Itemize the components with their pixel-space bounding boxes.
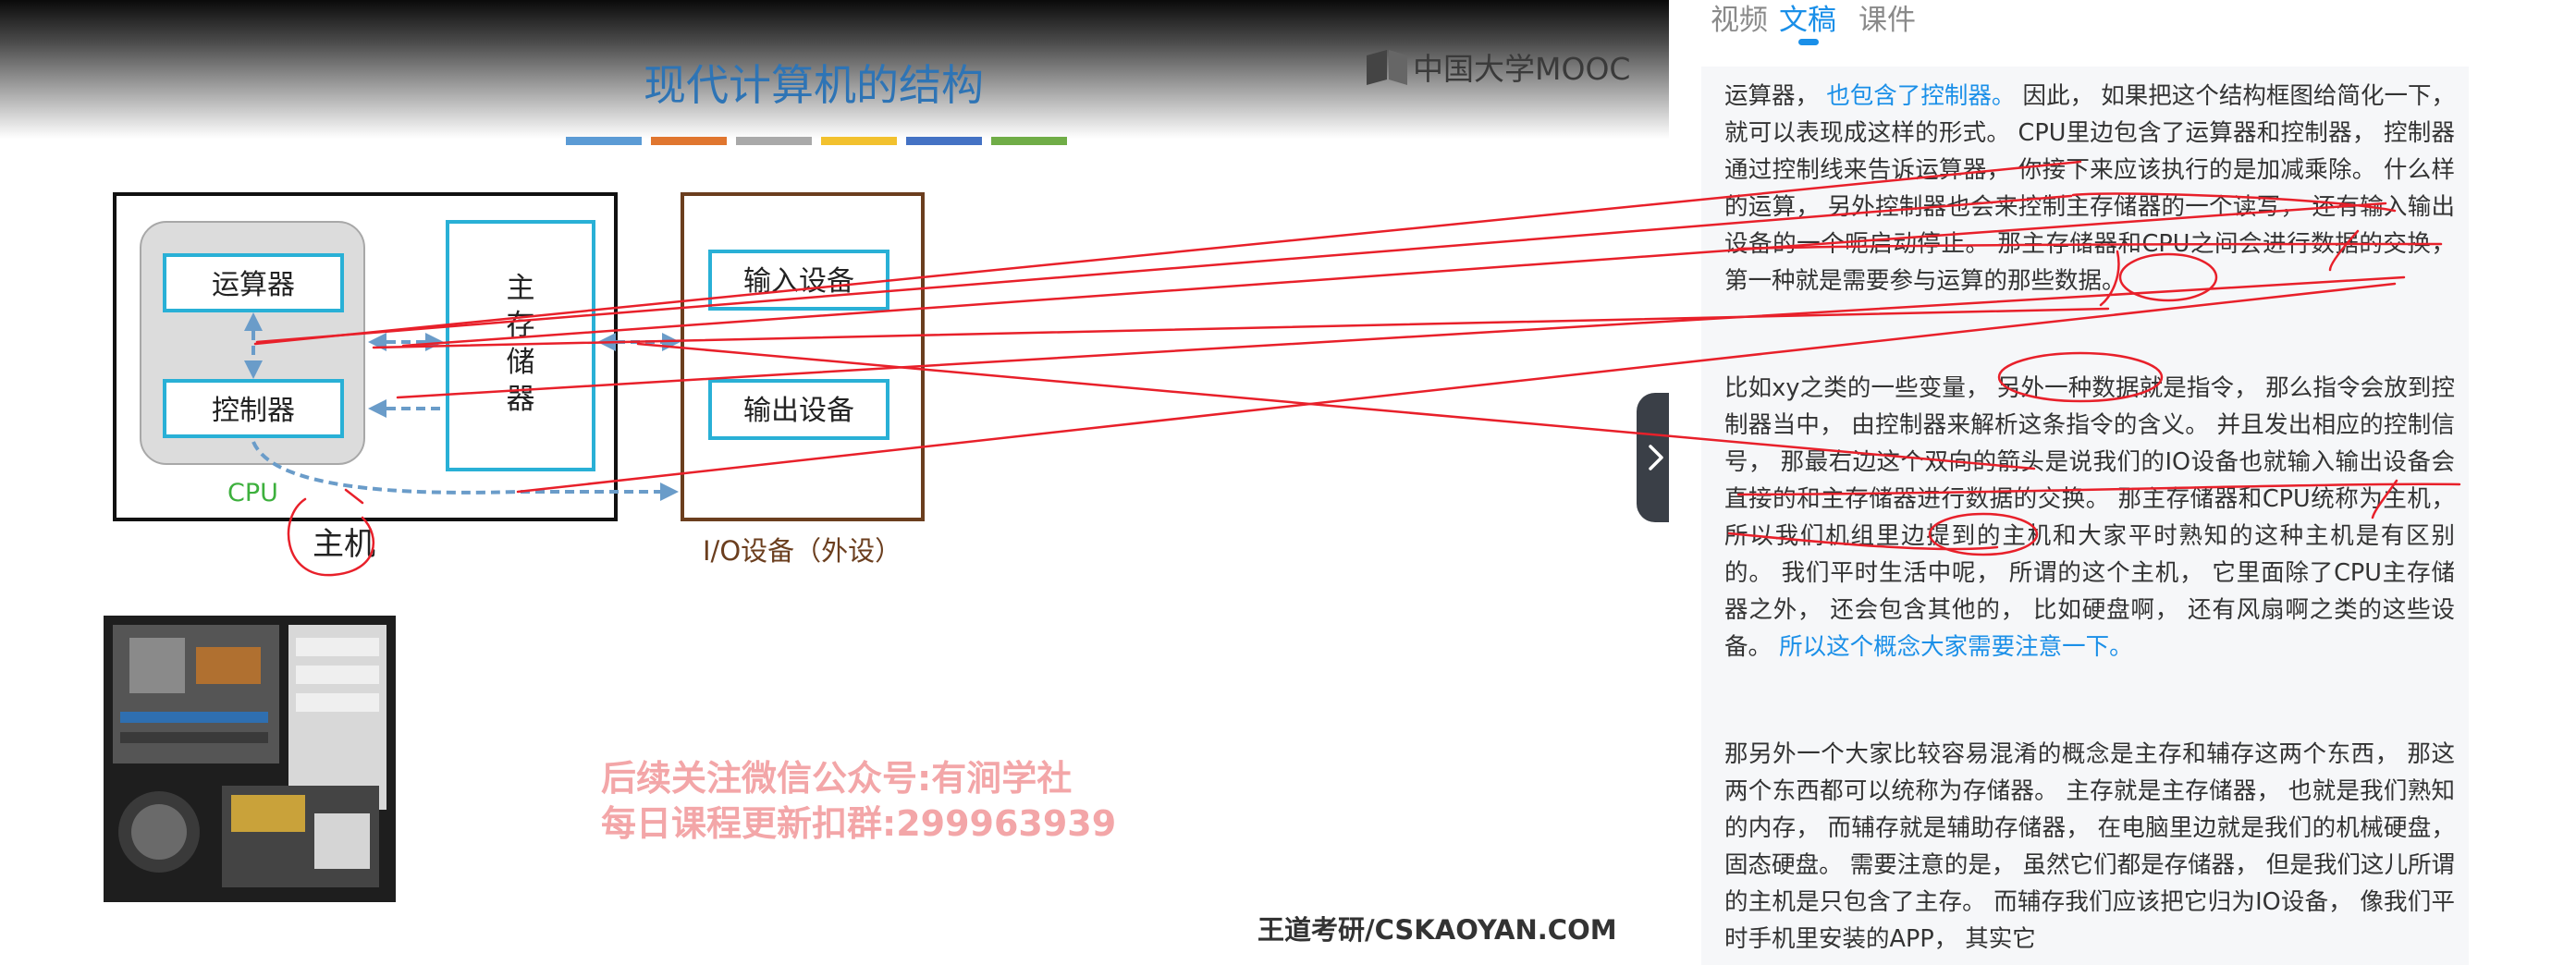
io-label: I/O设备（外设） — [703, 535, 902, 567]
transcript-text: 运算器， — [1724, 82, 1820, 110]
logo-text: 中国大学MOOC — [1413, 51, 1630, 87]
chevron-right-icon — [1649, 445, 1663, 470]
accent-bar — [821, 137, 897, 145]
transcript-highlight[interactable]: 所以这个概念大家需要注意一下。 — [1779, 633, 2133, 661]
output-device-label: 输出设备 — [743, 395, 854, 427]
watermark-line-2: 每日课程更新扣群:299963939 — [601, 803, 1116, 844]
accent-bar — [736, 137, 812, 145]
alu-label: 运算器 — [212, 269, 295, 301]
mooc-logo-icon — [1367, 50, 1407, 85]
accent-bar — [906, 137, 982, 145]
transcript-text: 那另外一个大家比较容易混淆的概念是主存和辅存这两个东西， 那这两个东西都可以统称… — [1724, 740, 2455, 953]
transcript-highlight[interactable]: 也包含了控制器。 — [1826, 82, 2015, 110]
transcript-paragraph-1: 运算器， 也包含了控制器。 因此， 如果把这个结构框图给简化一下， 就可以表现成… — [1724, 78, 2455, 299]
side-panel: 视频 文稿 课件 运算器， 也包含了控制器。 因此， 如果把这个结构框图给简化一… — [1669, 0, 2576, 965]
active-tab-indicator — [1798, 39, 1819, 45]
accent-bar — [991, 137, 1067, 145]
io-box — [681, 192, 925, 521]
slide-title: 现代计算机的结构 — [644, 60, 984, 110]
memory-char-2: 存 — [507, 309, 535, 342]
pc-case-image — [104, 616, 396, 902]
watermark-line-1: 后续关注微信公众号:有涧学社 — [601, 758, 1072, 799]
cpu-label: CPU — [227, 479, 278, 507]
host-label: 主机 — [313, 526, 375, 563]
tab-courseware[interactable]: 课件 — [1858, 0, 1916, 38]
transcript-text: 因此， 如果把这个结构框图给简化一下， 就可以表现成这样的形式。 CPU里边包含… — [1724, 82, 2456, 295]
tab-video[interactable]: 视频 — [1711, 0, 1768, 38]
transcript-panel[interactable]: 运算器， 也包含了控制器。 因此， 如果把这个结构框图给简化一下， 就可以表现成… — [1701, 67, 2469, 965]
controller-label: 控制器 — [212, 395, 295, 427]
accent-bar — [651, 137, 727, 145]
transcript-text: 比如xy之类的一些变量， 另外一种数据就是指令， 那么指令会放到控制器当中， 由… — [1724, 374, 2455, 661]
memory-char-1: 主 — [507, 272, 535, 305]
memory-char-4: 器 — [507, 383, 535, 416]
accent-bars — [566, 137, 1067, 145]
lecture-slide: 现代计算机的结构 中国大学MOOC 运算器 控制器 主 存 储 器 CPU 主机… — [104, 50, 1630, 946]
video-player[interactable]: 现代计算机的结构 中国大学MOOC 运算器 控制器 主 存 储 器 CPU 主机… — [0, 0, 1669, 965]
transcript-paragraph-3: 那另外一个大家比较容易混淆的概念是主存和辅存这两个东西， 那这两个东西都可以统称… — [1724, 736, 2455, 958]
memory-char-3: 储 — [507, 346, 535, 379]
tab-transcript[interactable]: 文稿 — [1779, 0, 1836, 38]
input-device-label: 输入设备 — [743, 265, 854, 298]
accent-bar — [566, 137, 642, 145]
slide-footer: 王道考研/CSKAOYAN.COM — [1257, 914, 1617, 946]
transcript-paragraph-2: 比如xy之类的一些变量， 另外一种数据就是指令， 那么指令会放到控制器当中， 由… — [1724, 370, 2455, 666]
